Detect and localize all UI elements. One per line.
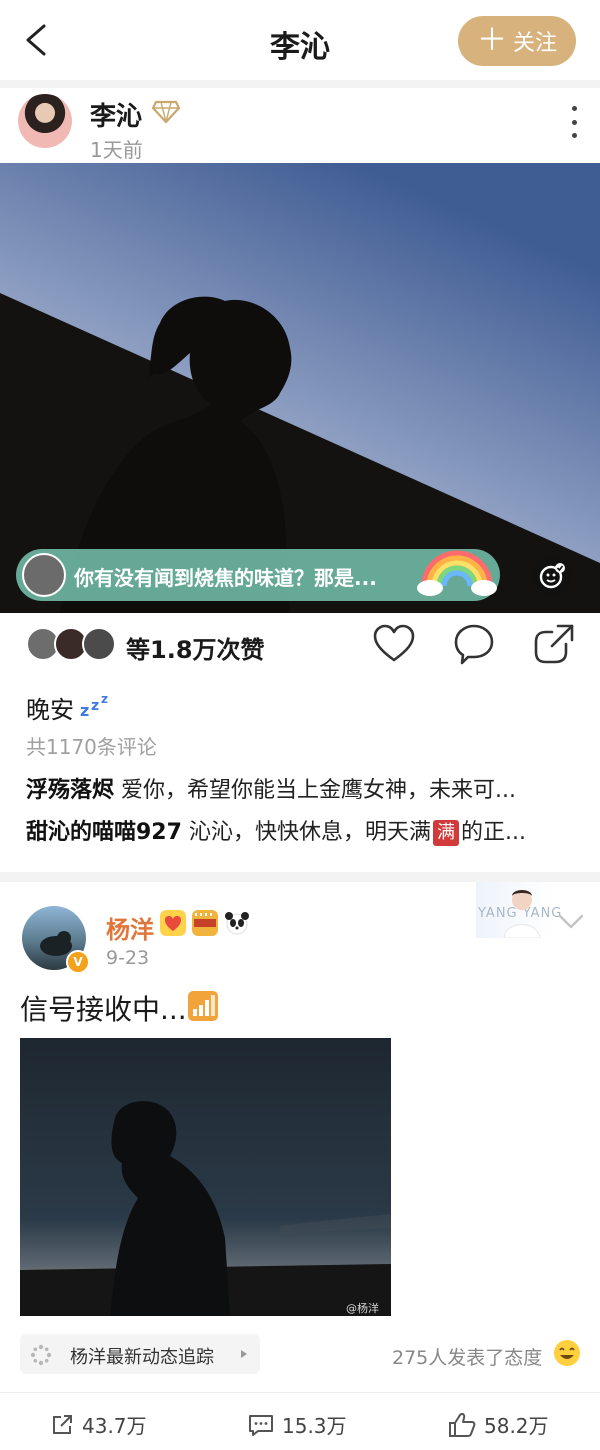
liker-avatar (82, 627, 116, 661)
svg-text:z: z (91, 698, 99, 714)
divider (0, 872, 600, 882)
comment-text: 爱你，希望你能当上金鹰女神，未来可... (121, 778, 516, 803)
chevron-down-icon[interactable] (558, 914, 584, 930)
post-photo[interactable] (0, 163, 600, 613)
repost-icon (53, 1414, 72, 1434)
likes-count[interactable]: 等1.8万次赞 (126, 630, 265, 665)
author-name[interactable]: 李沁 (90, 96, 142, 133)
panda-icon (225, 912, 249, 935)
follow-label: 关注 (512, 31, 557, 56)
emoji-react-icon[interactable] (532, 556, 572, 596)
comment-user[interactable]: 浮殇落烬 (26, 778, 114, 803)
like-icon (449, 1412, 476, 1437)
comment-text: 沁沁，快快休息，明天满 (188, 820, 431, 845)
user-badges (160, 908, 250, 938)
follow-button[interactable]: ＋ 关注 (458, 16, 576, 66)
svg-text:z: z (80, 701, 89, 718)
zzz-icon: z z z (80, 692, 108, 718)
vip-diamond-icon (152, 100, 180, 124)
signal-icon (188, 991, 218, 1021)
tracker-icon (30, 1344, 52, 1366)
triangle-right-icon (241, 1350, 247, 1358)
like-button[interactable]: 58.2万 (448, 1410, 549, 1439)
crown-heart-icon (160, 910, 186, 936)
heart-icon[interactable] (372, 622, 416, 666)
author-name[interactable]: 杨洋 (106, 910, 154, 945)
comment-item[interactable]: 甜沁的喵喵927 沁沁，快快休息，明天满满的正... (26, 814, 526, 846)
comment-icon (249, 1414, 273, 1436)
tracker-label: 杨洋最新动态追踪 (70, 1347, 214, 1368)
rainbow-icon (417, 550, 497, 596)
comment-text-tail: 的正... (460, 820, 526, 845)
movie-badge-icon (192, 910, 218, 936)
post-text: 晚安 (26, 696, 74, 724)
share-icon[interactable] (532, 622, 576, 666)
comment-count-bottom: 15.3万 (282, 1414, 347, 1438)
image-watermark: @杨洋 (346, 1302, 379, 1315)
post-text: 信号接收中... (20, 993, 187, 1026)
svg-text:z: z (101, 692, 108, 706)
repost-button[interactable]: 43.7万 (50, 1410, 147, 1439)
plus-icon: ＋ (476, 23, 507, 58)
like-count: 58.2万 (484, 1414, 549, 1438)
comment-button[interactable]: 15.3万 (248, 1410, 347, 1439)
caption-avatar (22, 553, 66, 597)
promo-avatar (503, 890, 541, 938)
repost-count: 43.7万 (82, 1414, 147, 1438)
comment-item[interactable]: 浮殇落烬 爱你，希望你能当上金鹰女神，未来可... (26, 772, 516, 804)
post-photo[interactable] (20, 1038, 391, 1316)
avatar[interactable] (18, 94, 72, 148)
verified-badge-icon: V (66, 950, 90, 974)
liker-avatars[interactable] (26, 627, 118, 661)
top-bar: 李沁 ＋ 关注 (0, 0, 600, 80)
post-time: 9-23 (106, 947, 150, 969)
more-icon[interactable] (568, 106, 580, 138)
smile-icon[interactable] (552, 1338, 582, 1368)
post-time: 1天前 (90, 138, 143, 162)
full-badge-icon: 满 (432, 820, 459, 846)
divider (0, 80, 600, 88)
comment-user[interactable]: 甜沁的喵喵927 (26, 820, 182, 845)
attitude-count[interactable]: 275人发表了态度 (392, 1343, 542, 1370)
comment-icon[interactable] (452, 622, 496, 666)
caption-text: 你有没有闻到烧焦的味道？那是... (74, 566, 377, 590)
comment-count[interactable]: 共1170条评论 (26, 731, 157, 760)
